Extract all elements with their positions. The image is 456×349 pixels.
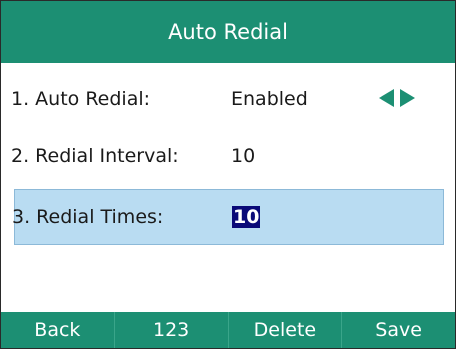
setting-input[interactable]: 10 [232,206,261,228]
setting-label: 2. Redial Interval: [11,145,179,167]
softkey-bar: Back 123 Delete Save [1,312,455,348]
delete-button[interactable]: Delete [229,312,343,348]
setting-label: 3. Redial Times: [12,206,164,228]
option-arrows [379,89,415,107]
title-bar: Auto Redial [1,1,455,63]
arrow-left-icon[interactable] [379,89,394,107]
phone-screen: Auto Redial 1. Auto Redial: Enabled 2. R… [0,0,456,349]
save-button[interactable]: Save [342,312,455,348]
setting-label: 1. Auto Redial: [11,88,151,110]
input-mode-button[interactable]: 123 [115,312,229,348]
page-title: Auto Redial [168,20,288,44]
setting-value: Enabled [231,88,308,110]
setting-input[interactable]: 10 [231,145,255,167]
setting-row-redial-times[interactable]: 3. Redial Times: 10 [12,189,444,245]
back-button[interactable]: Back [1,312,115,348]
arrow-right-icon[interactable] [400,89,415,107]
setting-row-redial-interval[interactable]: 2. Redial Interval: 10 [1,128,455,184]
